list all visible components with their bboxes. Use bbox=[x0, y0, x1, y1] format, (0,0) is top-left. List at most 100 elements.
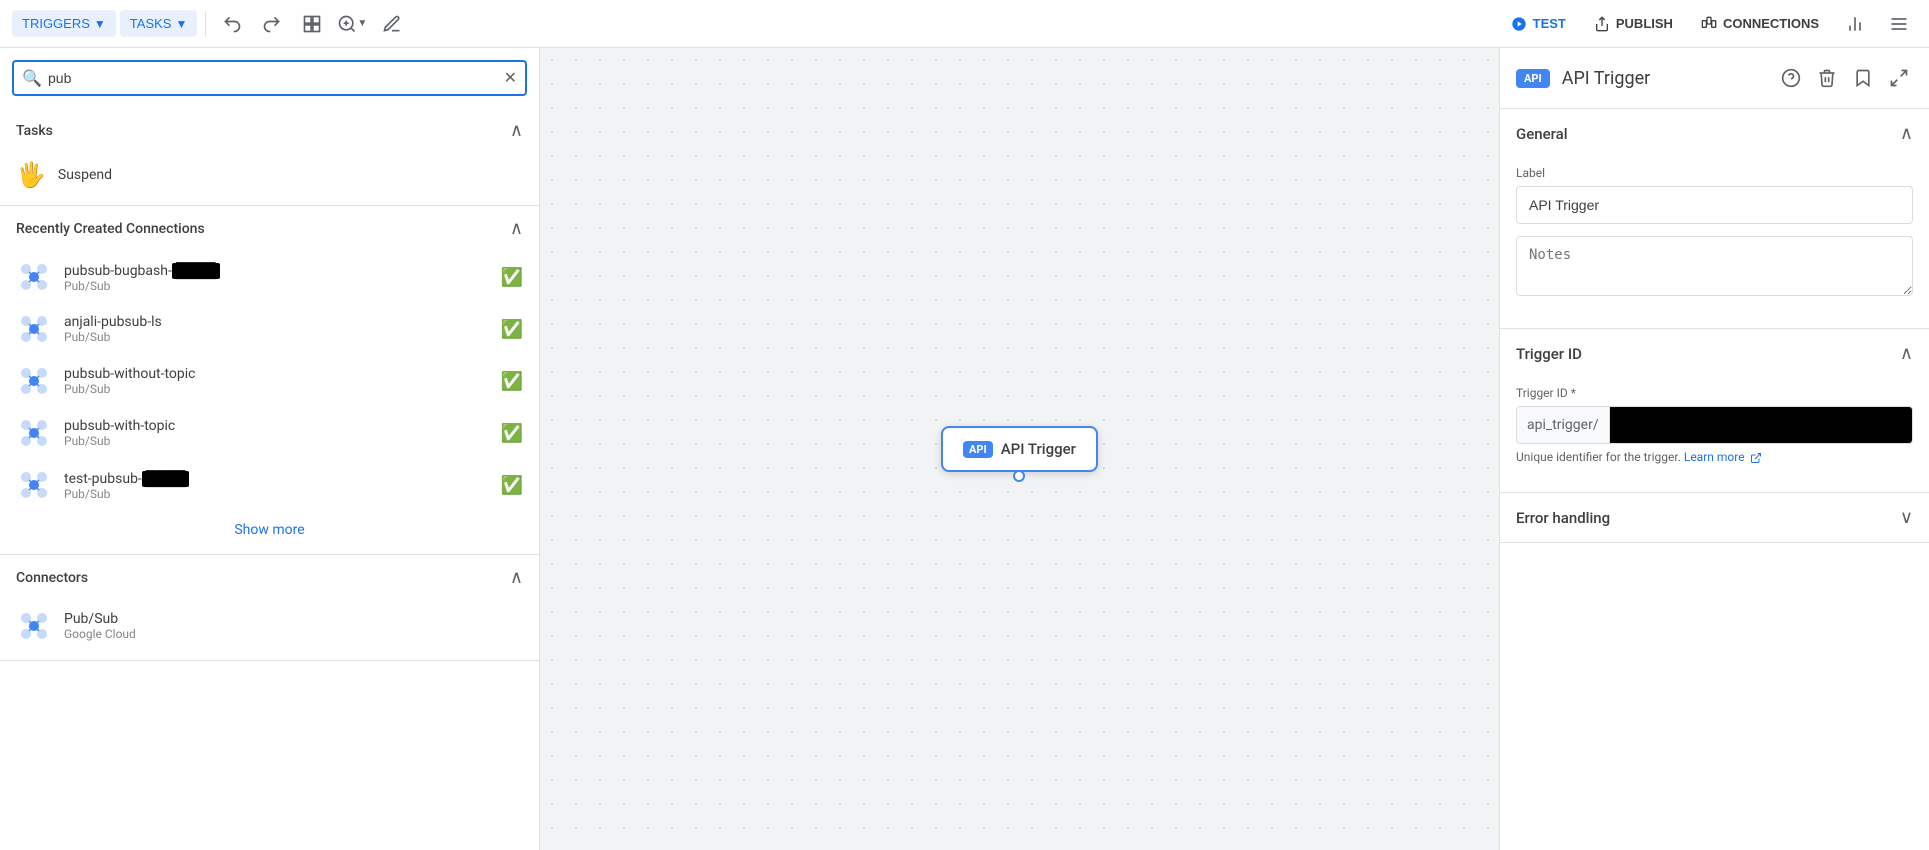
pen-icon bbox=[382, 14, 402, 34]
connection-type-4: Pub/Sub bbox=[64, 487, 489, 501]
bookmark-icon bbox=[1853, 68, 1873, 88]
label-field-group: Label bbox=[1516, 166, 1913, 224]
zoom-button[interactable]: ▼ bbox=[334, 6, 370, 42]
connection-type-3: Pub/Sub bbox=[64, 434, 489, 448]
help-icon bbox=[1781, 68, 1801, 88]
zoom-icon bbox=[337, 14, 357, 34]
trigger-id-field: api_trigger/ bbox=[1516, 406, 1913, 444]
tasks-section-content: 🖐️ Suspend bbox=[0, 153, 539, 205]
connection-item-3[interactable]: pubsub-with-topic Pub/Sub ✅ bbox=[8, 407, 531, 459]
search-input[interactable] bbox=[12, 60, 527, 96]
connection-name-0: pubsub-bugbash-████ bbox=[64, 262, 489, 279]
right-panel-header: API API Trigger bbox=[1500, 48, 1929, 109]
pubsub-icon-3 bbox=[16, 415, 52, 451]
menu-icon bbox=[1889, 14, 1909, 34]
connections-section-header[interactable]: Recently Created Connections ∧ bbox=[0, 206, 539, 251]
general-section-header[interactable]: General ∧ bbox=[1500, 109, 1929, 158]
trigger-id-suffix bbox=[1610, 407, 1912, 443]
pubsub-icon-0 bbox=[16, 259, 52, 295]
api-trigger-badge: API bbox=[963, 441, 993, 458]
trigger-id-label: Trigger ID * bbox=[1516, 386, 1913, 400]
expand-button[interactable] bbox=[1885, 64, 1913, 92]
main-toolbar: TRIGGERS ▼ TASKS ▼ ▼ TEST PUBLISH CONNEC… bbox=[0, 0, 1929, 48]
right-panel: API API Trigger General ∧ bbox=[1499, 48, 1929, 850]
connector-name-0: Pub/Sub bbox=[64, 611, 523, 627]
connection-status-3: ✅ bbox=[501, 423, 523, 444]
trigger-id-section-header[interactable]: Trigger ID ∧ bbox=[1500, 329, 1929, 378]
api-trigger-node[interactable]: API API Trigger bbox=[941, 426, 1098, 472]
right-panel-api-badge: API bbox=[1516, 69, 1550, 88]
show-more-link[interactable]: Show more bbox=[234, 522, 304, 538]
pubsub-svg-4 bbox=[18, 469, 50, 501]
connectors-section: Connectors ∧ bbox=[0, 555, 539, 661]
connections-label: CONNECTIONS bbox=[1723, 16, 1819, 31]
trigger-id-section-content: Trigger ID * api_trigger/ Unique identif… bbox=[1500, 378, 1929, 492]
menu-button[interactable] bbox=[1881, 6, 1917, 42]
undo-button[interactable] bbox=[214, 6, 250, 42]
connection-item-2[interactable]: pubsub-without-topic Pub/Sub ✅ bbox=[8, 355, 531, 407]
error-handling-section-header[interactable]: Error handling ∨ bbox=[1500, 493, 1929, 542]
connections-section-content: pubsub-bugbash-████ Pub/Sub ✅ bbox=[0, 251, 539, 554]
tasks-chevron-icon: ▼ bbox=[175, 17, 187, 31]
learn-more-link[interactable]: Learn more bbox=[1684, 450, 1762, 464]
trigger-id-section: Trigger ID ∧ Trigger ID * api_trigger/ U… bbox=[1500, 329, 1929, 493]
redo-icon bbox=[262, 14, 282, 34]
connector-svg-0 bbox=[18, 610, 50, 642]
suspend-label: Suspend bbox=[58, 167, 112, 183]
error-handling-chevron-icon: ∨ bbox=[1900, 507, 1913, 528]
pubsub-svg-3 bbox=[18, 417, 50, 449]
pubsub-icon-2 bbox=[16, 363, 52, 399]
connectors-section-title: Connectors bbox=[16, 570, 88, 586]
search-icon: 🔍 bbox=[22, 69, 42, 88]
redo-button[interactable] bbox=[254, 6, 290, 42]
right-panel-actions bbox=[1777, 64, 1913, 92]
connection-type-1: Pub/Sub bbox=[64, 330, 489, 344]
pubsub-svg-2 bbox=[18, 365, 50, 397]
analytics-button[interactable] bbox=[1837, 6, 1873, 42]
test-button[interactable]: TEST bbox=[1501, 10, 1576, 38]
toolbar-divider-1 bbox=[205, 12, 206, 36]
layout-button[interactable] bbox=[294, 6, 330, 42]
label-input[interactable] bbox=[1516, 186, 1913, 224]
connection-item-0[interactable]: pubsub-bugbash-████ Pub/Sub ✅ bbox=[8, 251, 531, 303]
pen-button[interactable] bbox=[374, 6, 410, 42]
error-handling-section: Error handling ∨ bbox=[1500, 493, 1929, 543]
tasks-section-header[interactable]: Tasks ∧ bbox=[0, 108, 539, 153]
triggers-button[interactable]: TRIGGERS ▼ bbox=[12, 10, 116, 37]
connection-text-4: test-pubsub-████ Pub/Sub bbox=[64, 470, 489, 501]
general-chevron-icon: ∧ bbox=[1900, 123, 1913, 144]
tasks-chevron-icon: ∧ bbox=[510, 120, 523, 141]
connection-name-4: test-pubsub-████ bbox=[64, 470, 489, 487]
connection-status-4: ✅ bbox=[501, 475, 523, 496]
connection-name-3: pubsub-with-topic bbox=[64, 418, 489, 434]
tasks-section-title: Tasks bbox=[16, 123, 53, 139]
notes-field-group bbox=[1516, 236, 1913, 300]
connector-icon-0 bbox=[16, 608, 52, 644]
clear-search-button[interactable]: ✕ bbox=[504, 68, 517, 88]
publish-button[interactable]: PUBLISH bbox=[1584, 10, 1683, 38]
api-trigger-connector bbox=[1013, 470, 1025, 482]
connections-button[interactable]: CONNECTIONS bbox=[1691, 10, 1829, 38]
general-section-content: Label bbox=[1500, 158, 1929, 328]
connection-item-1[interactable]: anjali-pubsub-ls Pub/Sub ✅ bbox=[8, 303, 531, 355]
trigger-id-field-group: Trigger ID * api_trigger/ Unique identif… bbox=[1516, 386, 1913, 464]
delete-button[interactable] bbox=[1813, 64, 1841, 92]
connector-item-0[interactable]: Pub/Sub Google Cloud bbox=[8, 600, 531, 652]
connections-section: Recently Created Connections ∧ bbox=[0, 206, 539, 555]
layout-icon bbox=[302, 14, 322, 34]
publish-label: PUBLISH bbox=[1616, 16, 1673, 31]
connection-item-4[interactable]: test-pubsub-████ Pub/Sub ✅ bbox=[8, 459, 531, 511]
connection-text-0: pubsub-bugbash-████ Pub/Sub bbox=[64, 262, 489, 293]
help-button[interactable] bbox=[1777, 64, 1805, 92]
notes-textarea[interactable] bbox=[1516, 236, 1913, 296]
connection-text-2: pubsub-without-topic Pub/Sub bbox=[64, 366, 489, 396]
api-trigger-label: API Trigger bbox=[1001, 440, 1076, 458]
connectors-section-header[interactable]: Connectors ∧ bbox=[0, 555, 539, 600]
tasks-button[interactable]: TASKS ▼ bbox=[120, 10, 198, 37]
expand-icon bbox=[1889, 68, 1909, 88]
connection-type-0: Pub/Sub bbox=[64, 279, 489, 293]
suspend-task-item[interactable]: 🖐️ Suspend bbox=[8, 153, 531, 197]
bookmark-button[interactable] bbox=[1849, 64, 1877, 92]
connection-status-2: ✅ bbox=[501, 371, 523, 392]
external-link-icon bbox=[1750, 452, 1762, 464]
